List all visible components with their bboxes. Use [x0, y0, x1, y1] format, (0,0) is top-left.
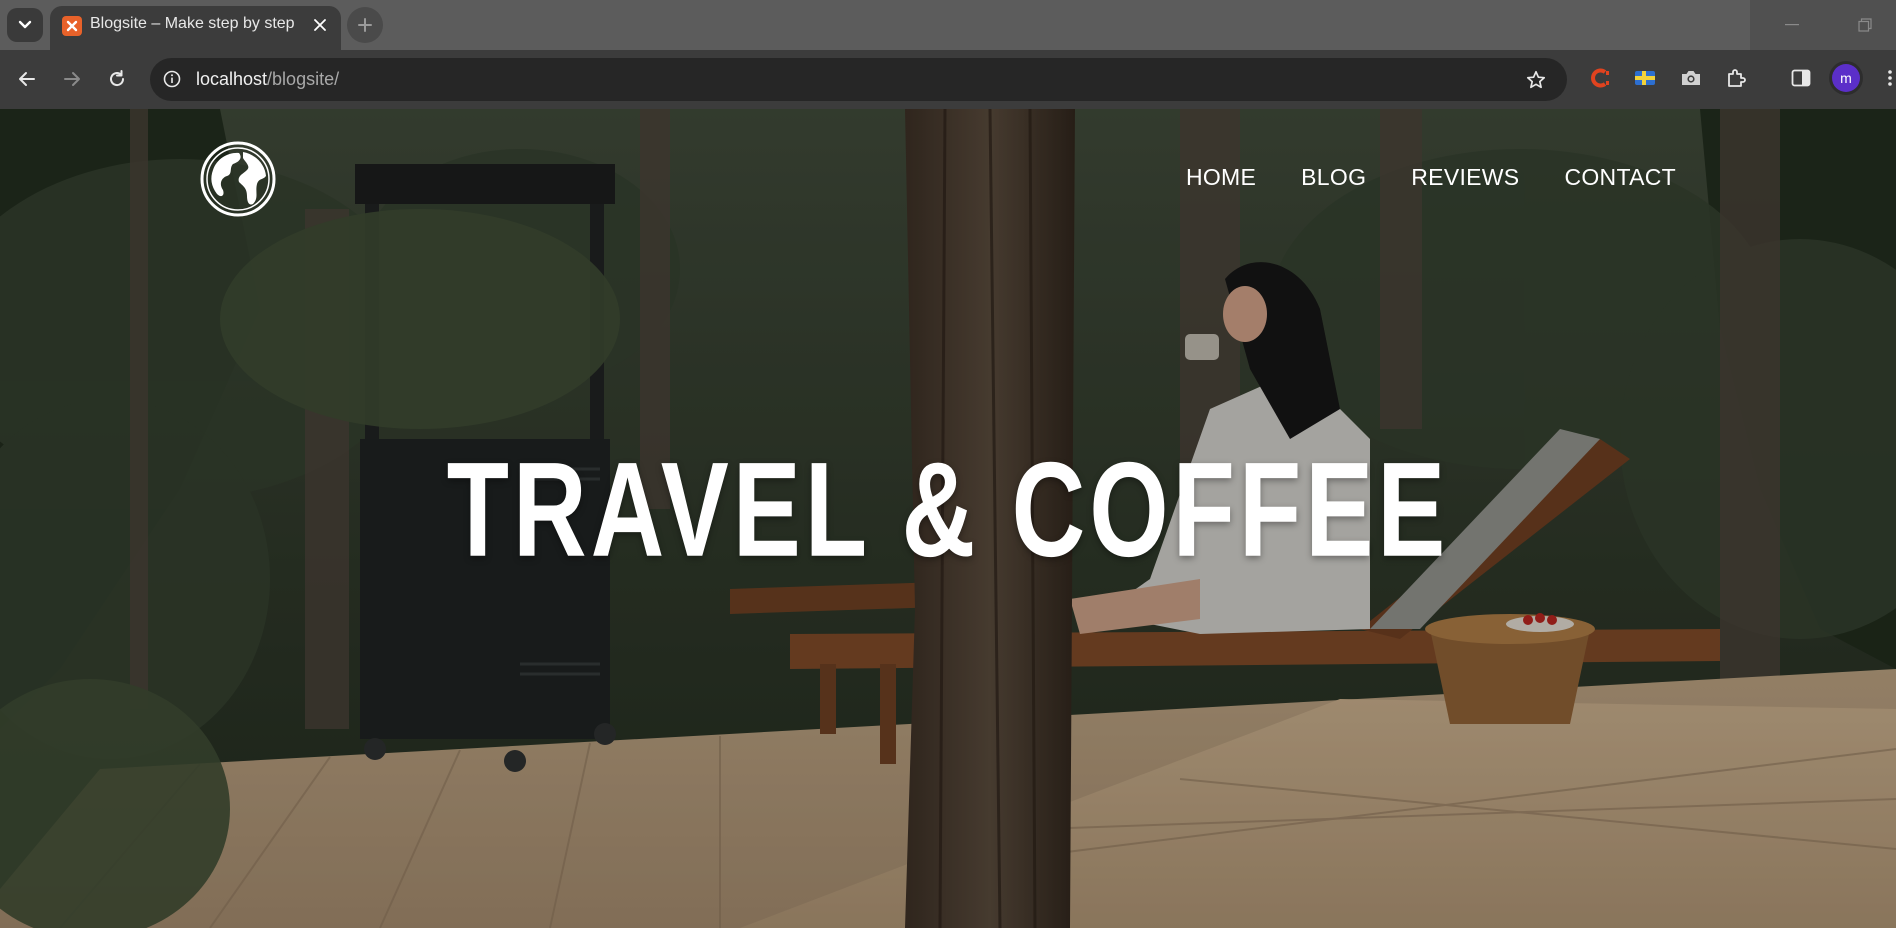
page-viewport: HOME BLOG REVIEWS CONTACT TRAVEL & COFFE… — [0, 109, 1896, 928]
camera-extension-icon[interactable] — [1677, 64, 1705, 92]
forward-button[interactable] — [55, 62, 89, 96]
hero-title: TRAVEL & COFFEE — [446, 434, 1450, 585]
chevron-down-icon — [18, 20, 32, 29]
close-tab-button[interactable] — [308, 13, 332, 37]
nav-reviews-link[interactable]: REVIEWS — [1411, 164, 1519, 191]
flag-extension-icon[interactable] — [1631, 64, 1659, 92]
bookmark-button[interactable] — [1523, 67, 1549, 93]
info-icon — [163, 70, 181, 88]
puzzle-icon[interactable] — [1722, 64, 1750, 92]
xampp-icon — [62, 16, 82, 36]
restore-icon — [1858, 18, 1872, 32]
profile-avatar[interactable]: m — [1832, 64, 1860, 92]
star-icon — [1526, 70, 1546, 89]
back-button[interactable] — [10, 62, 44, 96]
tab-strip: Blogsite – Make step by step — [0, 0, 1896, 50]
restore-button[interactable] — [1834, 0, 1896, 50]
c-extension-icon[interactable] — [1586, 64, 1614, 92]
reload-button[interactable] — [100, 62, 134, 96]
reload-icon — [110, 70, 125, 87]
active-tab[interactable]: Blogsite – Make step by step — [50, 6, 341, 50]
nav-home-link[interactable]: HOME — [1186, 164, 1256, 191]
site-info-button[interactable] — [160, 67, 184, 91]
new-tab-button[interactable] — [347, 7, 383, 43]
tab-title: Blogsite – Make step by step — [90, 15, 295, 32]
arrow-left-icon — [19, 72, 35, 86]
minimize-button[interactable] — [1750, 0, 1834, 50]
plus-icon — [358, 18, 372, 32]
side-panel-icon[interactable] — [1787, 64, 1815, 92]
tab-search-button[interactable] — [7, 8, 43, 42]
url-path: /blogsite/ — [267, 69, 340, 89]
close-icon — [314, 19, 326, 31]
minimize-icon — [1785, 24, 1799, 26]
url-host: localhost — [196, 69, 268, 89]
kebab-menu-icon[interactable] — [1884, 64, 1896, 92]
nav-contact-link[interactable]: CONTACT — [1564, 164, 1676, 191]
address-bar[interactable]: localhost/blogsite/ — [150, 58, 1567, 101]
url-text[interactable]: localhost/blogsite/ — [196, 69, 339, 90]
arrow-right-icon — [64, 72, 80, 86]
globe-icon[interactable] — [199, 140, 277, 218]
nav-blog-link[interactable]: BLOG — [1301, 164, 1366, 191]
site-navigation: HOME BLOG REVIEWS CONTACT — [1186, 164, 1676, 191]
